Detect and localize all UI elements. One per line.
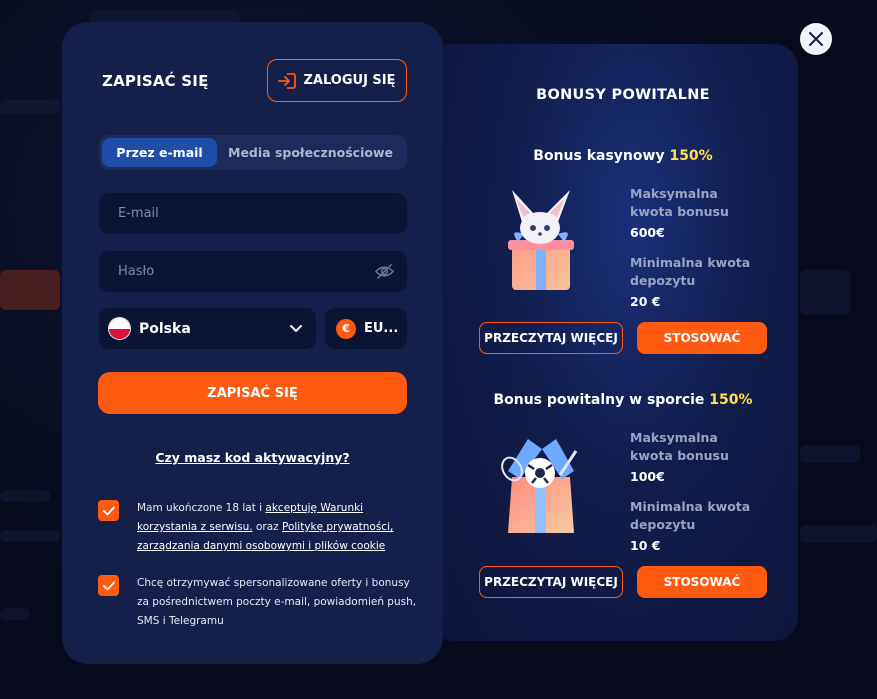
background-blur [800,270,850,315]
sport-gift-image [501,439,578,533]
apply-button[interactable]: STOSOWAĆ [637,566,767,598]
casino-bonus-title: Bonus kasynowy 150% [533,148,713,164]
signup-method-tabs: Przez e-mail Media społecznościowe [99,135,407,170]
background-blur [0,530,60,542]
chevron-down-icon [290,325,302,332]
euro-icon: € [336,318,356,339]
min-deposit-label: Minimalna kwota depozytu [630,255,751,288]
background-blur [0,608,30,620]
register-title: ZAPISAĆ SIĘ [102,72,209,90]
max-bonus-value: 600€ [630,225,665,240]
min-deposit-value: 10 € [630,538,661,553]
max-bonus-label: Maksymalna kwota bonusu [630,186,729,219]
register-submit-button[interactable]: ZAPISAĆ SIĘ [98,372,407,414]
close-icon [809,32,823,46]
fox-gift-image [508,190,574,290]
country-select[interactable]: Polska [99,308,316,349]
sport-bonus-info: Maksymalna kwota bonusu 100€ Minimalna k… [630,429,765,567]
apply-button[interactable]: STOSOWAĆ [637,322,767,354]
password-field[interactable]: Hasło [99,251,407,292]
bonus-heading: BONUSY POWITALNE [536,87,710,103]
currency-select[interactable]: € EU... [325,308,407,349]
read-more-button[interactable]: PRZECZYTAJ WIĘCEJ [479,566,623,598]
marketing-consent-text: Chcę otrzymywać spersonalizowane oferty … [137,577,417,627]
read-more-button[interactable]: PRZECZYTAJ WIĘCEJ [479,322,623,354]
marketing-consent-checkbox[interactable] [98,575,119,596]
country-value: Polska [139,320,191,337]
max-bonus-label: Maksymalna kwota bonusu [630,430,729,463]
min-deposit-label: Minimalna kwota depozytu [630,499,751,532]
min-deposit-value: 20 € [630,294,661,309]
email-field[interactable]: E-mail [99,193,407,234]
tab-email[interactable]: Przez e-mail [102,138,217,167]
check-icon [102,581,115,590]
age-terms-text: Mam ukończone 18 lat i akceptuję Warunki… [137,502,394,552]
tab-social-media[interactable]: Media społecznościowe [217,138,404,167]
background-blur [0,100,60,114]
max-bonus-value: 100€ [630,469,665,484]
background-blur [800,445,860,463]
background-blur [0,490,50,502]
password-placeholder: Hasło [118,264,155,279]
currency-value: EU... [364,321,399,336]
eye-off-icon[interactable] [375,262,394,281]
casino-bonus-info: Maksymalna kwota bonusu 600€ Minimalna k… [630,185,765,323]
sport-bonus-title: Bonus powitalny w sporcie 150% [493,392,753,408]
activation-code-link[interactable]: Czy masz kod aktywacyjny? [62,450,443,465]
background-blur [800,525,877,543]
welcome-bonus-panel: BONUSY POWITALNE Bonus kasynowy 150% Mak… [430,44,798,641]
login-button[interactable]: ZALOGUJ SIĘ [267,59,407,102]
close-button[interactable] [800,23,832,55]
background-blur [0,270,60,310]
check-icon [102,506,115,515]
login-icon [278,72,297,89]
poland-flag-icon [108,317,131,340]
registration-panel: ZAPISAĆ SIĘ ZALOGUJ SIĘ Przez e-mail Med… [62,22,443,664]
age-terms-checkbox[interactable] [98,500,119,521]
login-label: ZALOGUJ SIĘ [303,73,396,88]
